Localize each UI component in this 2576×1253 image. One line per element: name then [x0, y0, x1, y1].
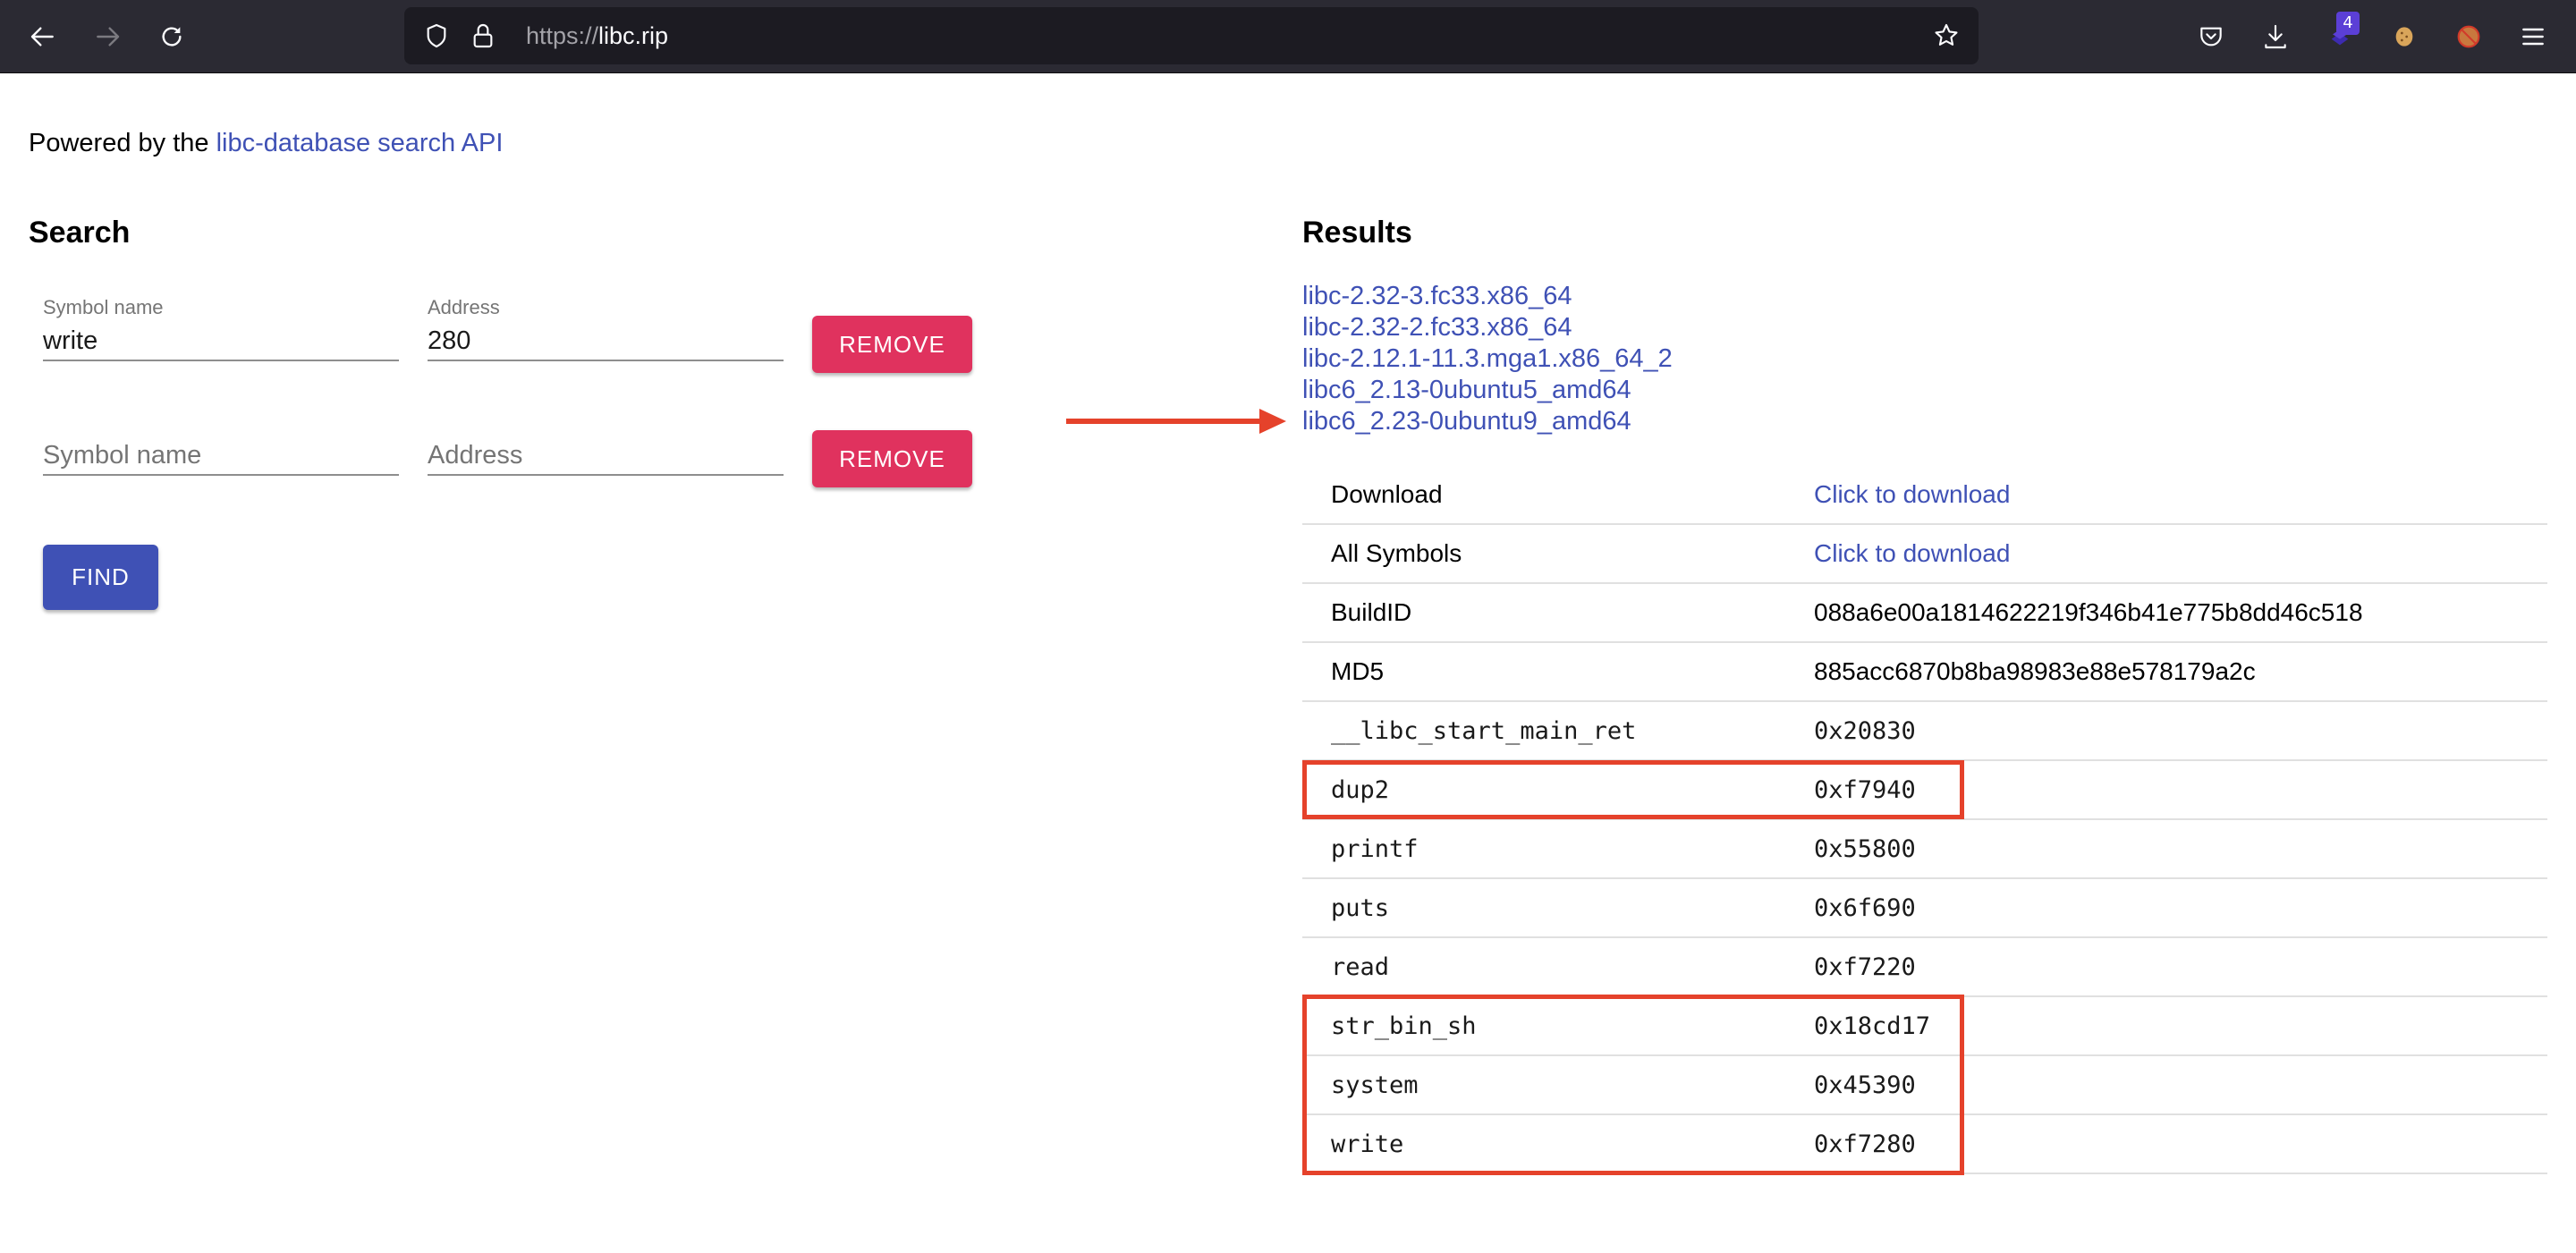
- address-input-1[interactable]: [428, 322, 784, 361]
- pocket-icon: [2200, 27, 2222, 47]
- star-icon[interactable]: [1932, 21, 1961, 50]
- symbol-name-field-1: Symbol name: [43, 295, 399, 370]
- hamburger-menu-icon: [2522, 28, 2544, 46]
- symbol-name: read: [1302, 937, 1814, 997]
- symbol-name: system: [1302, 1055, 1814, 1115]
- find-button[interactable]: FIND: [43, 545, 158, 610]
- symbol-address: 0xf7280: [1814, 1114, 2547, 1174]
- blocker-button[interactable]: [2451, 19, 2487, 55]
- download-link[interactable]: Click to download: [1814, 480, 2010, 508]
- powered-by-prefix: Powered by the: [29, 129, 216, 157]
- symbol-name: str_bin_sh: [1302, 996, 1814, 1056]
- symbol-name-input-2[interactable]: [43, 436, 399, 476]
- downloads-button[interactable]: [2258, 19, 2293, 55]
- address-field-2: [428, 410, 784, 485]
- info-key: BuildID: [1302, 583, 1814, 643]
- symbol-address: 0x55800: [1814, 819, 2547, 879]
- symbol-row: read 0xf7220: [1302, 937, 2547, 997]
- table-row: MD5 885acc6870b8ba98983e88e578179a2c: [1302, 642, 2547, 702]
- symbol-name-input-1[interactable]: [43, 322, 399, 361]
- symbol-row: puts 0x6f690: [1302, 878, 2547, 938]
- info-key: Download: [1302, 465, 1814, 525]
- symbol-address: 0x45390: [1814, 1055, 2547, 1115]
- result-link[interactable]: libc-2.32-3.fc33.x86_64: [1302, 281, 1673, 312]
- result-link[interactable]: libc6_2.13-0ubuntu5_amd64: [1302, 375, 1673, 406]
- table-row: All Symbols Click to download: [1302, 524, 2547, 584]
- powered-by-text: Powered by the libc-database search API: [29, 127, 503, 159]
- menu-button[interactable]: [2515, 19, 2551, 55]
- info-key: All Symbols: [1302, 524, 1814, 584]
- reload-button[interactable]: [154, 19, 190, 55]
- symbol-name: dup2: [1302, 760, 1814, 820]
- browser-toolbar: https://libc.rip 4: [0, 0, 2576, 73]
- symbol-name: __libc_start_main_ret: [1302, 701, 1814, 761]
- symbol-name-field-2: [43, 410, 399, 485]
- no-fox-icon: [2457, 25, 2480, 48]
- info-key: MD5: [1302, 642, 1814, 702]
- symbol-name-label: Symbol name: [43, 296, 164, 318]
- symbol-name: write: [1302, 1114, 1814, 1174]
- results-heading: Results: [1302, 216, 1412, 250]
- pocket-button[interactable]: [2193, 19, 2229, 55]
- arrow-right-icon: [97, 27, 120, 47]
- url-text[interactable]: https://libc.rip: [526, 20, 668, 52]
- symbol-row: dup2 0xf7940: [1302, 760, 2547, 820]
- symbol-row: printf 0x55800: [1302, 819, 2547, 879]
- address-field-1: Address: [428, 295, 784, 370]
- extension-badge: 4: [2336, 12, 2360, 35]
- symbol-name: puts: [1302, 878, 1814, 938]
- table-row: BuildID 088a6e00a1814622219f346b41e775b8…: [1302, 583, 2547, 643]
- cookie-button[interactable]: [2386, 19, 2422, 55]
- symbol-address: 0x18cd17: [1814, 996, 2547, 1056]
- libc-info-table: Download Click to download All Symbols C…: [1302, 465, 2547, 1174]
- libc-database-link[interactable]: libc-database search API: [216, 129, 504, 157]
- symbol-address: 0xf7940: [1814, 760, 2547, 820]
- symbol-row: write 0xf7280: [1302, 1114, 2547, 1174]
- symbol-address: 0x20830: [1814, 701, 2547, 761]
- forward-button[interactable]: [89, 19, 125, 55]
- shield-icon[interactable]: [422, 21, 451, 50]
- buildid-value: 088a6e00a1814622219f346b41e775b8dd46c518: [1814, 583, 2547, 643]
- results-list: libc-2.32-3.fc33.x86_64 libc-2.32-2.fc33…: [1302, 281, 1673, 437]
- reload-icon: [162, 27, 182, 47]
- remove-button-2[interactable]: REMOVE: [812, 430, 972, 487]
- address-bar[interactable]: https://libc.rip: [404, 7, 1979, 64]
- table-row: Download Click to download: [1302, 465, 2547, 525]
- back-button[interactable]: [25, 19, 61, 55]
- md5-value: 885acc6870b8ba98983e88e578179a2c: [1814, 642, 2547, 702]
- symbol-row: __libc_start_main_ret 0x20830: [1302, 701, 2547, 761]
- annotation-arrow-icon: [1066, 409, 1286, 434]
- all-symbols-download-link[interactable]: Click to download: [1814, 539, 2010, 567]
- result-link[interactable]: libc-2.12.1-11.3.mga1.x86_64_2: [1302, 343, 1673, 375]
- symbol-name: printf: [1302, 819, 1814, 879]
- symbol-address: 0x6f690: [1814, 878, 2547, 938]
- result-link[interactable]: libc-2.32-2.fc33.x86_64: [1302, 312, 1673, 343]
- download-icon: [2265, 24, 2286, 49]
- address-label: Address: [428, 296, 500, 318]
- url-scheme: https://: [526, 22, 599, 49]
- arrow-left-icon: [30, 27, 54, 47]
- lock-icon[interactable]: [469, 21, 497, 50]
- address-input-2[interactable]: [428, 436, 784, 476]
- symbol-row: system 0x45390: [1302, 1055, 2547, 1115]
- result-link-selected[interactable]: libc6_2.23-0ubuntu9_amd64: [1302, 406, 1673, 437]
- remove-button-1[interactable]: REMOVE: [812, 316, 972, 373]
- cookie-icon: [2395, 27, 2413, 47]
- symbol-address: 0xf7220: [1814, 937, 2547, 997]
- url-host: libc.rip: [598, 22, 669, 49]
- search-heading: Search: [29, 216, 131, 250]
- symbol-row: str_bin_sh 0x18cd17: [1302, 996, 2547, 1056]
